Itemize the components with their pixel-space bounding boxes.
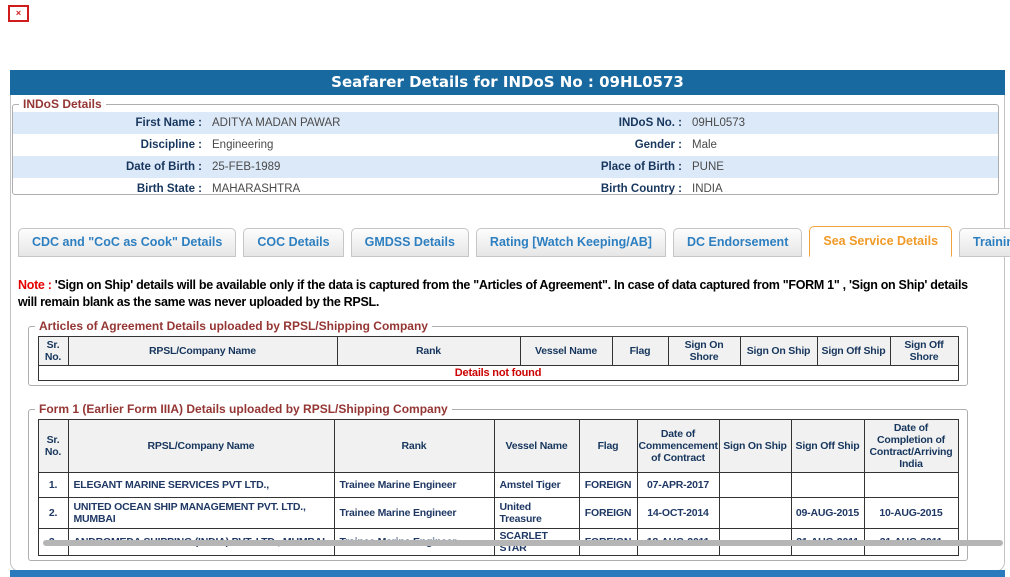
column-header: Sign On Ship xyxy=(719,420,791,473)
bottom-bar xyxy=(10,570,1005,577)
column-header: Rank xyxy=(334,420,494,473)
company-name: ELEGANT MARINE SERVICES PVT LTD., xyxy=(68,473,334,498)
indos-row: Birth State : MAHARASHTRA Birth Country … xyxy=(13,178,998,200)
column-header: Flag xyxy=(579,420,637,473)
vessel-name: United Treasure xyxy=(494,498,579,529)
articles-of-agreement-legend: Articles of Agreement Details uploaded b… xyxy=(35,319,432,333)
flag: FOREIGN xyxy=(579,498,637,529)
completion-date: 10-AUG-2015 xyxy=(864,498,958,529)
column-header: Sign Off Ship xyxy=(817,337,890,366)
field-label: Place of Birth : xyxy=(509,156,686,178)
tab-bar: CDC and "CoC as Cook" Details COC Detail… xyxy=(18,226,1010,257)
field-value: MAHARASHTRA xyxy=(206,178,509,200)
horizontal-scrollbar-thumb[interactable] xyxy=(43,540,1003,546)
tab-rating-watch-keeping-ab[interactable]: Rating [Watch Keeping/AB] xyxy=(476,228,666,257)
column-header: Vessel Name xyxy=(520,337,612,366)
vessel-name: Amstel Tiger xyxy=(494,473,579,498)
serial-no: 2. xyxy=(38,498,68,529)
tab-sea-service-details[interactable]: Sea Service Details xyxy=(809,226,952,257)
field-label: Birth State : xyxy=(13,178,206,200)
company-name: UNITED OCEAN SHIP MANAGEMENT PVT. LTD., … xyxy=(68,498,334,529)
indos-details-legend: INDoS Details xyxy=(19,97,106,111)
sign-on-ship xyxy=(719,498,791,529)
field-label: First Name : xyxy=(13,112,206,134)
column-header: Sign On Shore xyxy=(668,337,740,366)
column-header: Sign Off Shore xyxy=(890,337,958,366)
commencement-date: 07-APR-2017 xyxy=(637,473,719,498)
column-header: Flag xyxy=(612,337,668,366)
field-label: Date of Birth : xyxy=(13,156,206,178)
table-row: 2. UNITED OCEAN SHIP MANAGEMENT PVT. LTD… xyxy=(38,498,958,529)
indos-row: First Name : ADITYA MADAN PAWAR INDoS No… xyxy=(13,112,998,134)
sign-off-ship xyxy=(791,473,864,498)
field-label: Birth Country : xyxy=(509,178,686,200)
field-value: INDIA xyxy=(686,178,998,200)
table-header-row: Sr. No. RPSL/Company Name Rank Vessel Na… xyxy=(38,337,958,366)
tab-dc-endorsement[interactable]: DC Endorsement xyxy=(673,228,802,257)
field-value: PUNE xyxy=(686,156,998,178)
field-value: Engineering xyxy=(206,134,509,156)
page-title: Seafarer Details for INDoS No : 09HL0573 xyxy=(10,70,1005,95)
field-label: Discipline : xyxy=(13,134,206,156)
tab-gmdss-details[interactable]: GMDSS Details xyxy=(351,228,469,257)
tab-cdc-coc-as-cook-details[interactable]: CDC and "CoC as Cook" Details xyxy=(18,228,236,257)
completion-date xyxy=(864,473,958,498)
column-header: Sr. No. xyxy=(38,420,68,473)
field-label: INDoS No. : xyxy=(509,112,686,134)
form1-section: Form 1 (Earlier Form IIIA) Details uploa… xyxy=(28,402,968,561)
rank: Trainee Marine Engineer xyxy=(334,473,494,498)
note-text: Note : 'Sign on Ship' details will be av… xyxy=(18,277,970,311)
indos-row: Discipline : Engineering Gender : Male xyxy=(13,134,998,156)
field-value: 25-FEB-1989 xyxy=(206,156,509,178)
column-header: Sign Off Ship xyxy=(791,420,864,473)
field-value: ADITYA MADAN PAWAR xyxy=(206,112,509,134)
column-header: RPSL/Company Name xyxy=(68,337,337,366)
indos-row: Date of Birth : 25-FEB-1989 Place of Bir… xyxy=(13,156,998,178)
table-row: 1. ELEGANT MARINE SERVICES PVT LTD., Tra… xyxy=(38,473,958,498)
articles-of-agreement-table: Sr. No. RPSL/Company Name Rank Vessel Na… xyxy=(38,336,959,381)
table-header-row: Sr. No. RPSL/Company Name Rank Vessel Na… xyxy=(38,420,958,473)
note-body: 'Sign on Ship' details will be available… xyxy=(18,278,968,309)
articles-of-agreement-section: Articles of Agreement Details uploaded b… xyxy=(28,319,968,386)
form1-legend: Form 1 (Earlier Form IIIA) Details uploa… xyxy=(35,402,452,416)
sign-on-ship xyxy=(719,473,791,498)
column-header: Sr. No. xyxy=(38,337,68,366)
indos-details-table: First Name : ADITYA MADAN PAWAR INDoS No… xyxy=(13,112,998,200)
tab-coc-details[interactable]: COC Details xyxy=(243,228,343,257)
details-not-found-text: Details not found xyxy=(38,366,958,381)
column-header: Rank xyxy=(337,337,520,366)
note-prefix: Note : xyxy=(18,278,52,292)
column-header: Vessel Name xyxy=(494,420,579,473)
serial-no: 1. xyxy=(38,473,68,498)
field-value: Male xyxy=(686,134,998,156)
flag: FOREIGN xyxy=(579,473,637,498)
rank: Trainee Marine Engineer xyxy=(334,498,494,529)
column-header: Date of Commencement of Contract xyxy=(637,420,719,473)
details-not-found-row: Details not found xyxy=(38,366,958,381)
form1-table: Sr. No. RPSL/Company Name Rank Vessel Na… xyxy=(38,419,959,556)
tab-training-details[interactable]: Training Details xyxy=(959,228,1010,257)
broken-image-icon: × xyxy=(8,5,29,22)
commencement-date: 14-OCT-2014 xyxy=(637,498,719,529)
field-label: Gender : xyxy=(509,134,686,156)
column-header: Date of Completion of Contract/Arriving … xyxy=(864,420,958,473)
column-header: RPSL/Company Name xyxy=(68,420,334,473)
indos-details-section: INDoS Details First Name : ADITYA MADAN … xyxy=(12,97,999,195)
sign-off-ship: 09-AUG-2015 xyxy=(791,498,864,529)
column-header: Sign On Ship xyxy=(740,337,817,366)
field-value: 09HL0573 xyxy=(686,112,998,134)
